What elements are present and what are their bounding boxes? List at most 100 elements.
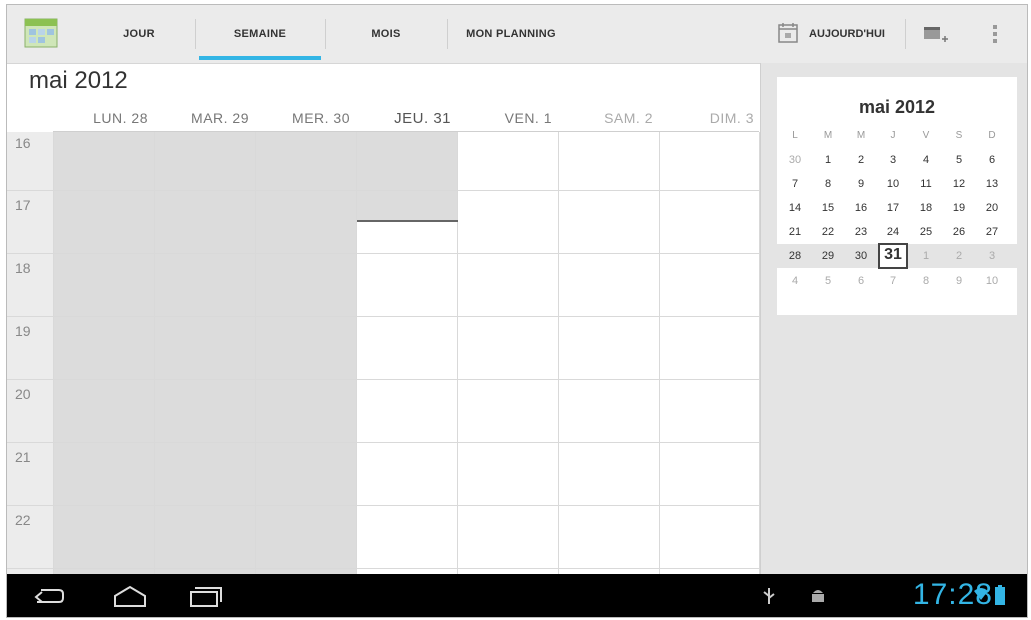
mini-calendar-day[interactable]: 18 bbox=[914, 197, 938, 219]
mini-calendar-day[interactable]: 4 bbox=[914, 149, 938, 171]
mini-calendar-day[interactable]: 30 bbox=[849, 245, 873, 267]
mini-calendar-day[interactable]: 11 bbox=[914, 173, 938, 195]
day-column[interactable] bbox=[558, 132, 659, 574]
mini-calendar-day[interactable]: 12 bbox=[947, 173, 971, 195]
hour-gridline bbox=[7, 568, 760, 569]
day-column[interactable] bbox=[255, 132, 356, 574]
mini-calendar-day[interactable]: 2 bbox=[947, 245, 971, 267]
side-panel: mai 2012 L M M J V S D 30 1 2 3 4 5 6 7 … bbox=[760, 63, 1027, 574]
mini-calendar-day[interactable]: 27 bbox=[980, 221, 1004, 243]
weekday-header: V bbox=[922, 130, 930, 141]
hour-gridline bbox=[7, 379, 760, 380]
mini-calendar-day[interactable]: 22 bbox=[816, 221, 840, 243]
hour-label: 17 bbox=[15, 197, 31, 213]
mini-calendar-day[interactable]: 6 bbox=[849, 270, 873, 292]
weekday-header: S bbox=[955, 130, 963, 141]
mini-calendar[interactable]: mai 2012 L M M J V S D 30 1 2 3 4 5 6 7 … bbox=[777, 77, 1017, 315]
tab-label: SEMAINE bbox=[233, 28, 287, 40]
wifi-icon bbox=[973, 586, 989, 607]
battery-icon bbox=[995, 585, 1005, 610]
mini-calendar-title: mai 2012 bbox=[858, 97, 936, 117]
calendar-app-icon[interactable] bbox=[23, 15, 59, 49]
mini-calendar-day[interactable]: 17 bbox=[881, 197, 905, 219]
mini-calendar-day[interactable]: 30 bbox=[783, 149, 807, 171]
hour-label: 21 bbox=[15, 449, 31, 465]
day-column[interactable] bbox=[154, 132, 255, 574]
day-header[interactable]: MAR. 29 bbox=[154, 105, 255, 131]
mini-calendar-day[interactable]: 1 bbox=[816, 149, 840, 171]
today-button[interactable]: AUJOURD'HUI bbox=[777, 5, 885, 63]
mini-calendar-day[interactable]: 1 bbox=[914, 245, 938, 267]
tab-jour[interactable]: JOUR bbox=[89, 5, 189, 63]
tab-label: MON PLANNING bbox=[466, 28, 556, 40]
tab-divider bbox=[325, 19, 326, 49]
tab-label: MOIS bbox=[371, 28, 401, 40]
mini-calendar-day[interactable]: 16 bbox=[849, 197, 873, 219]
day-header[interactable]: MER. 30 bbox=[255, 105, 356, 131]
mini-calendar-day[interactable]: 28 bbox=[783, 245, 807, 267]
mini-calendar-day[interactable]: 29 bbox=[816, 245, 840, 267]
mini-calendar-day[interactable]: 26 bbox=[947, 221, 971, 243]
mini-calendar-day[interactable]: 2 bbox=[849, 149, 873, 171]
mini-calendar-day[interactable]: 21 bbox=[783, 221, 807, 243]
mini-calendar-day[interactable]: 3 bbox=[881, 149, 905, 171]
day-header[interactable]: VEN. 1 bbox=[457, 105, 558, 131]
overflow-menu-icon[interactable] bbox=[983, 5, 1007, 63]
weekday-header: M bbox=[823, 130, 833, 141]
mini-calendar-day[interactable]: 7 bbox=[783, 173, 807, 195]
tab-mon-planning[interactable]: MON PLANNING bbox=[451, 5, 571, 63]
day-column[interactable] bbox=[659, 132, 760, 574]
hour-label: 20 bbox=[15, 386, 31, 402]
weekday-header: J bbox=[890, 130, 896, 141]
hour-label: 16 bbox=[15, 135, 31, 151]
calendar-today-icon bbox=[777, 22, 799, 47]
hour-gridline bbox=[7, 253, 760, 254]
tab-label: JOUR bbox=[123, 28, 155, 40]
mini-calendar-day[interactable]: 5 bbox=[947, 149, 971, 171]
tab-divider bbox=[447, 19, 448, 49]
mini-calendar-day[interactable]: 25 bbox=[914, 221, 938, 243]
day-header-today[interactable]: JEU. 31 bbox=[356, 105, 457, 131]
action-bar: JOUR SEMAINE MOIS MON PLANNING AUJOURD'H… bbox=[7, 5, 1027, 64]
mini-calendar-day[interactable]: 10 bbox=[881, 173, 905, 195]
mini-calendar-day[interactable]: 8 bbox=[816, 173, 840, 195]
mini-calendar-day[interactable]: 6 bbox=[980, 149, 1004, 171]
android-debug-icon bbox=[809, 586, 827, 611]
mini-calendar-day[interactable]: 5 bbox=[816, 270, 840, 292]
mini-calendar-day[interactable]: 9 bbox=[849, 173, 873, 195]
mini-calendar-day[interactable]: 19 bbox=[947, 197, 971, 219]
mini-calendar-day[interactable]: 8 bbox=[914, 270, 938, 292]
day-column[interactable] bbox=[53, 132, 154, 574]
mini-calendar-day[interactable]: 10 bbox=[980, 270, 1004, 292]
mini-calendar-day[interactable]: 23 bbox=[849, 221, 873, 243]
mini-calendar-day[interactable]: 14 bbox=[783, 197, 807, 219]
today-label: AUJOURD'HUI bbox=[809, 28, 885, 40]
mini-calendar-day[interactable]: 13 bbox=[980, 173, 1004, 195]
mini-calendar-day[interactable]: 20 bbox=[980, 197, 1004, 219]
back-icon[interactable] bbox=[31, 584, 67, 611]
day-column-today[interactable] bbox=[356, 132, 457, 574]
recent-apps-icon[interactable] bbox=[187, 584, 223, 613]
home-icon[interactable] bbox=[111, 584, 149, 613]
mini-calendar-day[interactable]: 7 bbox=[881, 270, 905, 292]
mini-calendar-day[interactable]: 9 bbox=[947, 270, 971, 292]
mini-calendar-day[interactable]: 24 bbox=[881, 221, 905, 243]
mini-calendar-day[interactable]: 3 bbox=[980, 245, 1004, 267]
day-column[interactable] bbox=[457, 132, 558, 574]
toolbar-divider bbox=[905, 19, 906, 49]
hour-label: 18 bbox=[15, 260, 31, 276]
day-header[interactable]: SAM. 2 bbox=[558, 105, 659, 131]
current-time-indicator bbox=[357, 220, 458, 222]
mini-calendar-day[interactable]: 4 bbox=[783, 270, 807, 292]
weekday-header: M bbox=[856, 130, 866, 141]
hour-gridline bbox=[7, 505, 760, 506]
tab-semaine[interactable]: SEMAINE bbox=[199, 5, 321, 63]
hour-gridline bbox=[7, 316, 760, 317]
mini-calendar-today[interactable]: 31 bbox=[878, 243, 908, 269]
day-header[interactable]: DIM. 3 bbox=[659, 105, 760, 131]
mini-calendar-day[interactable]: 15 bbox=[816, 197, 840, 219]
day-header[interactable]: LUN. 28 bbox=[53, 105, 154, 131]
hour-label: 19 bbox=[15, 323, 31, 339]
new-event-icon[interactable] bbox=[917, 5, 953, 63]
tab-mois[interactable]: MOIS bbox=[331, 5, 441, 63]
